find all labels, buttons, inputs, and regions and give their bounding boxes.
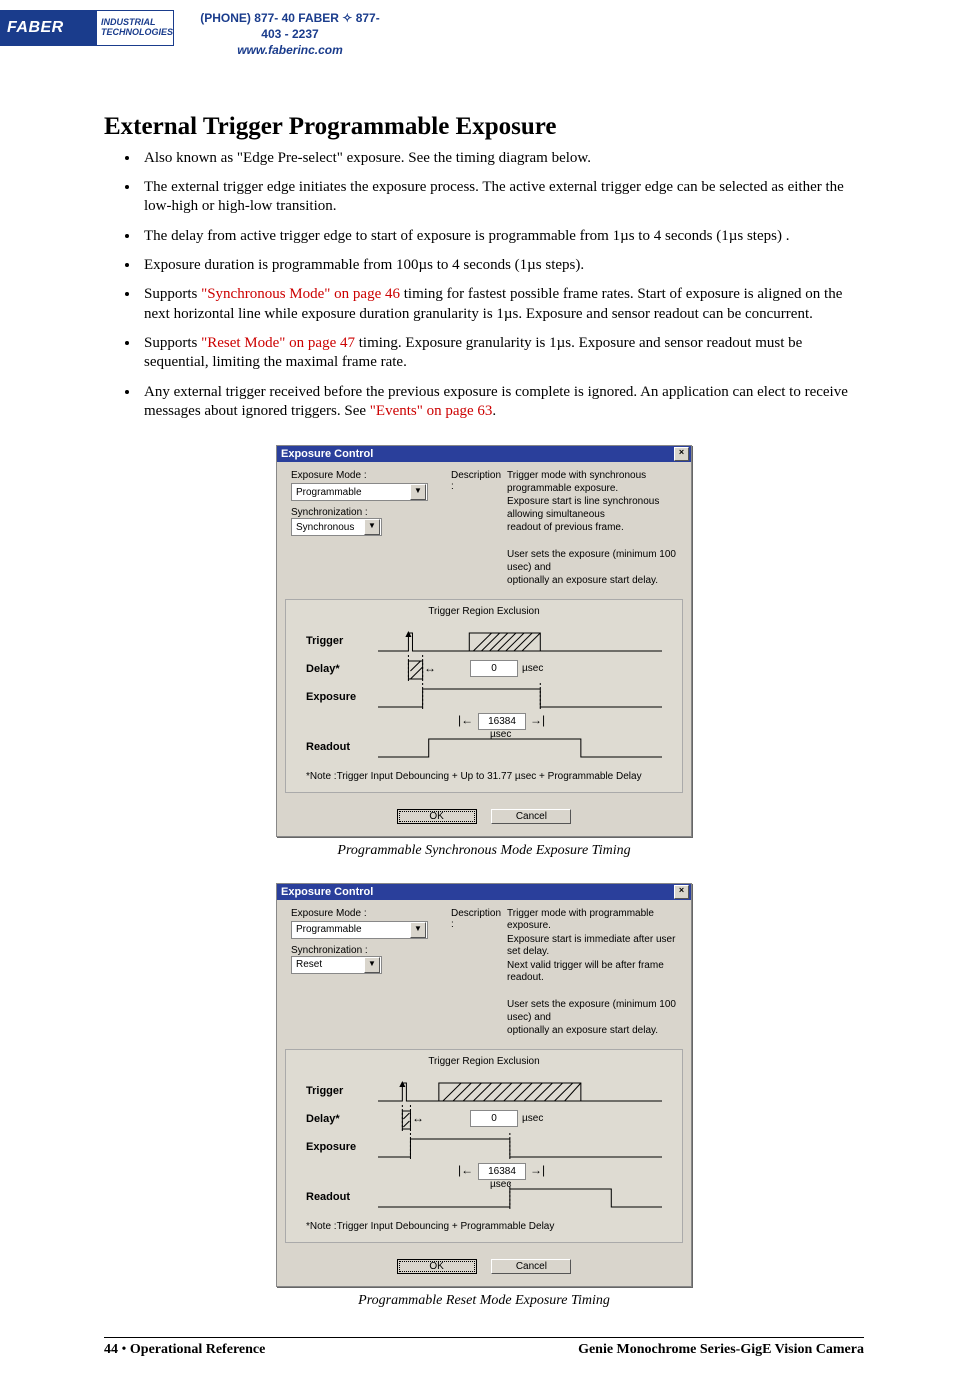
close-icon[interactable]: × (674, 885, 689, 899)
synchronization-label: Synchronization : (291, 945, 368, 956)
readout-label: Readout (306, 741, 378, 753)
dialog-titlebar: Exposure Control × (277, 884, 691, 900)
figure-caption-2: Programmable Reset Mode Exposure Timing (104, 1293, 864, 1309)
chevron-down-icon: ▼ (410, 484, 426, 500)
diagram-note: *Note :Trigger Input Debouncing + Progra… (306, 1221, 662, 1232)
chevron-down-icon: ▼ (410, 922, 426, 938)
ok-button[interactable]: OK (397, 1259, 477, 1274)
delay-input[interactable]: 0 (470, 660, 518, 677)
exposure-input[interactable]: 16384 (478, 713, 526, 730)
readout-label: Readout (306, 1191, 378, 1203)
panel-title: Trigger Region Exclusion (306, 1056, 662, 1067)
cross-reference-link[interactable]: "Reset Mode" on page 47 (201, 335, 355, 351)
cancel-button[interactable]: Cancel (491, 1259, 571, 1274)
exposure-mode-label: Exposure Mode : (291, 470, 441, 481)
exposure-label: Exposure (306, 1141, 378, 1153)
synchronization-select[interactable]: Reset▼ (291, 956, 382, 974)
cancel-button[interactable]: Cancel (491, 809, 571, 824)
exposure-mode-select[interactable]: Programmable▼ (291, 921, 428, 939)
bullet-item: Exposure duration is programmable from 1… (140, 256, 864, 275)
phone-line: (PHONE) 877- 40 FABER ✧ 877- 403 - 2237 (190, 10, 390, 42)
footer-doc-title: Genie Monochrome Series-GigE Vision Came… (578, 1342, 864, 1358)
chevron-down-icon: ▼ (364, 519, 380, 535)
description-text: Trigger mode with programmable exposure.… (507, 908, 681, 1039)
timing-diagram-panel: Trigger Region Exclusion Trigger (285, 599, 683, 793)
delay-input[interactable]: 0 (470, 1110, 518, 1127)
page-header: FABER INDUSTRIAL TECHNOLOGIES (PHONE) 87… (0, 0, 954, 65)
delay-label: Delay* (306, 1113, 378, 1125)
page-title: External Trigger Programmable Exposure (104, 113, 864, 141)
diagram-note: *Note :Trigger Input Debouncing + Up to … (306, 771, 662, 782)
exposure-control-dialog-sync: Exposure Control × Exposure Mode : Progr… (276, 445, 692, 837)
logo-brand: FABER (1, 11, 97, 45)
bullet-item: Supports "Synchronous Mode" on page 46 t… (140, 285, 864, 324)
logo-subtitle: INDUSTRIAL TECHNOLOGIES (97, 11, 173, 45)
trigger-label: Trigger (306, 635, 378, 647)
exposure-label: Exposure (306, 691, 378, 703)
cross-reference-link[interactable]: "Events" on page 63 (370, 403, 493, 419)
header-contact: (PHONE) 877- 40 FABER ✧ 877- 403 - 2237 … (190, 10, 390, 59)
bullet-item: Any external trigger received before the… (140, 383, 864, 422)
bullet-item: The external trigger edge initiates the … (140, 178, 864, 217)
timing-diagram-panel: Trigger Region Exclusion Trigger (285, 1049, 683, 1243)
company-logo: FABER INDUSTRIAL TECHNOLOGIES (0, 10, 174, 46)
description-text: Trigger mode with synchronous programmab… (507, 470, 681, 589)
figure-caption-1: Programmable Synchronous Mode Exposure T… (104, 843, 864, 859)
bullet-list: Also known as "Edge Pre-select" exposure… (104, 149, 864, 422)
description-label: Description : (451, 470, 501, 589)
dialog-title: Exposure Control (281, 886, 373, 898)
bullet-item: Supports "Reset Mode" on page 47 timing.… (140, 334, 864, 373)
exposure-control-dialog-reset: Exposure Control × Exposure Mode : Progr… (276, 883, 692, 1287)
panel-title: Trigger Region Exclusion (306, 606, 662, 617)
page-number: 44 (104, 1342, 118, 1357)
exposure-mode-label: Exposure Mode : (291, 908, 441, 919)
bullet-item: The delay from active trigger edge to st… (140, 227, 864, 246)
chevron-down-icon: ▼ (364, 957, 380, 973)
dialog-titlebar: Exposure Control × (277, 446, 691, 462)
page-footer: 44 • Operational Reference Genie Monochr… (0, 1338, 954, 1382)
synchronization-select[interactable]: Synchronous▼ (291, 518, 382, 536)
ok-button[interactable]: OK (397, 809, 477, 824)
close-icon[interactable]: × (674, 447, 689, 461)
footer-section: Operational Reference (130, 1342, 265, 1357)
delay-label: Delay* (306, 663, 378, 675)
description-label: Description : (451, 908, 501, 1039)
bullet-item: Also known as "Edge Pre-select" exposure… (140, 149, 864, 168)
website-link[interactable]: www.faberinc.com (237, 43, 343, 57)
synchronization-label: Synchronization : (291, 507, 368, 518)
exposure-input[interactable]: 16384 (478, 1163, 526, 1180)
dialog-title: Exposure Control (281, 448, 373, 460)
trigger-label: Trigger (306, 1085, 378, 1097)
cross-reference-link[interactable]: "Synchronous Mode" on page 46 (201, 286, 400, 302)
exposure-mode-select[interactable]: Programmable▼ (291, 483, 428, 501)
